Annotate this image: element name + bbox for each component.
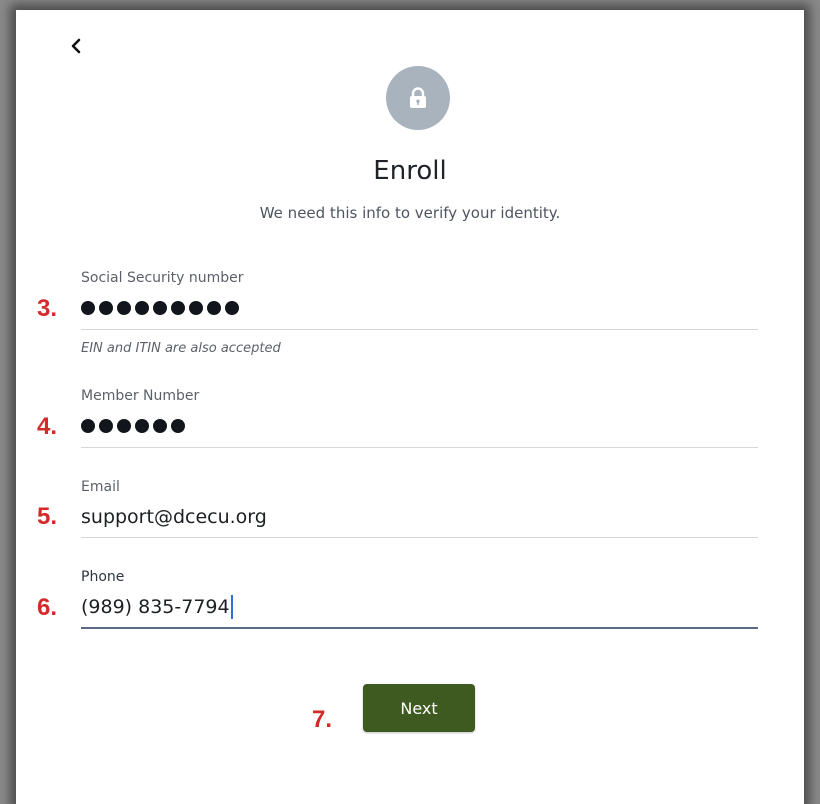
lock-icon (410, 87, 426, 108)
page-subtitle: We need this info to verify your identit… (259, 204, 561, 222)
email-value: support@dcecu.org (81, 506, 267, 528)
back-button[interactable] (64, 34, 88, 58)
ssn-masked-value (81, 301, 239, 315)
step-annotation-7: 7. (312, 706, 333, 733)
step-annotation-5: 5. (37, 503, 58, 530)
step-annotation-6: 6. (37, 594, 58, 621)
ssn-field[interactable]: Social Security number (81, 268, 758, 330)
member-number-input[interactable] (81, 412, 758, 440)
step-annotation-4: 4. (37, 413, 58, 440)
member-number-label: Member Number (81, 388, 200, 404)
member-number-underline (81, 447, 758, 448)
email-underline (81, 537, 758, 538)
phone-label: Phone (81, 569, 125, 585)
next-button[interactable]: Next (363, 684, 475, 732)
chevron-left-icon (71, 38, 81, 54)
text-caret (230, 595, 233, 619)
phone-underline (81, 627, 758, 629)
phone-value: (989) 835-7794 (81, 596, 230, 618)
ssn-helper-text: EIN and ITIN are also accepted (81, 341, 281, 356)
ssn-label: Social Security number (81, 270, 244, 286)
email-field[interactable]: Email support@dcecu.org (81, 477, 758, 539)
ssn-underline (81, 329, 758, 330)
email-label: Email (81, 479, 120, 495)
phone-input[interactable]: (989) 835-7794 (81, 593, 758, 621)
phone-field[interactable]: Phone (989) 835-7794 (81, 567, 758, 629)
ssn-input[interactable] (81, 294, 758, 322)
page-title: Enroll (373, 156, 447, 186)
step-annotation-3: 3. (37, 295, 58, 322)
email-input[interactable]: support@dcecu.org (81, 503, 758, 531)
lock-badge (386, 66, 450, 130)
enroll-card: Enroll We need this info to verify your … (16, 10, 804, 804)
member-number-field[interactable]: Member Number (81, 386, 758, 448)
member-number-masked-value (81, 419, 185, 433)
